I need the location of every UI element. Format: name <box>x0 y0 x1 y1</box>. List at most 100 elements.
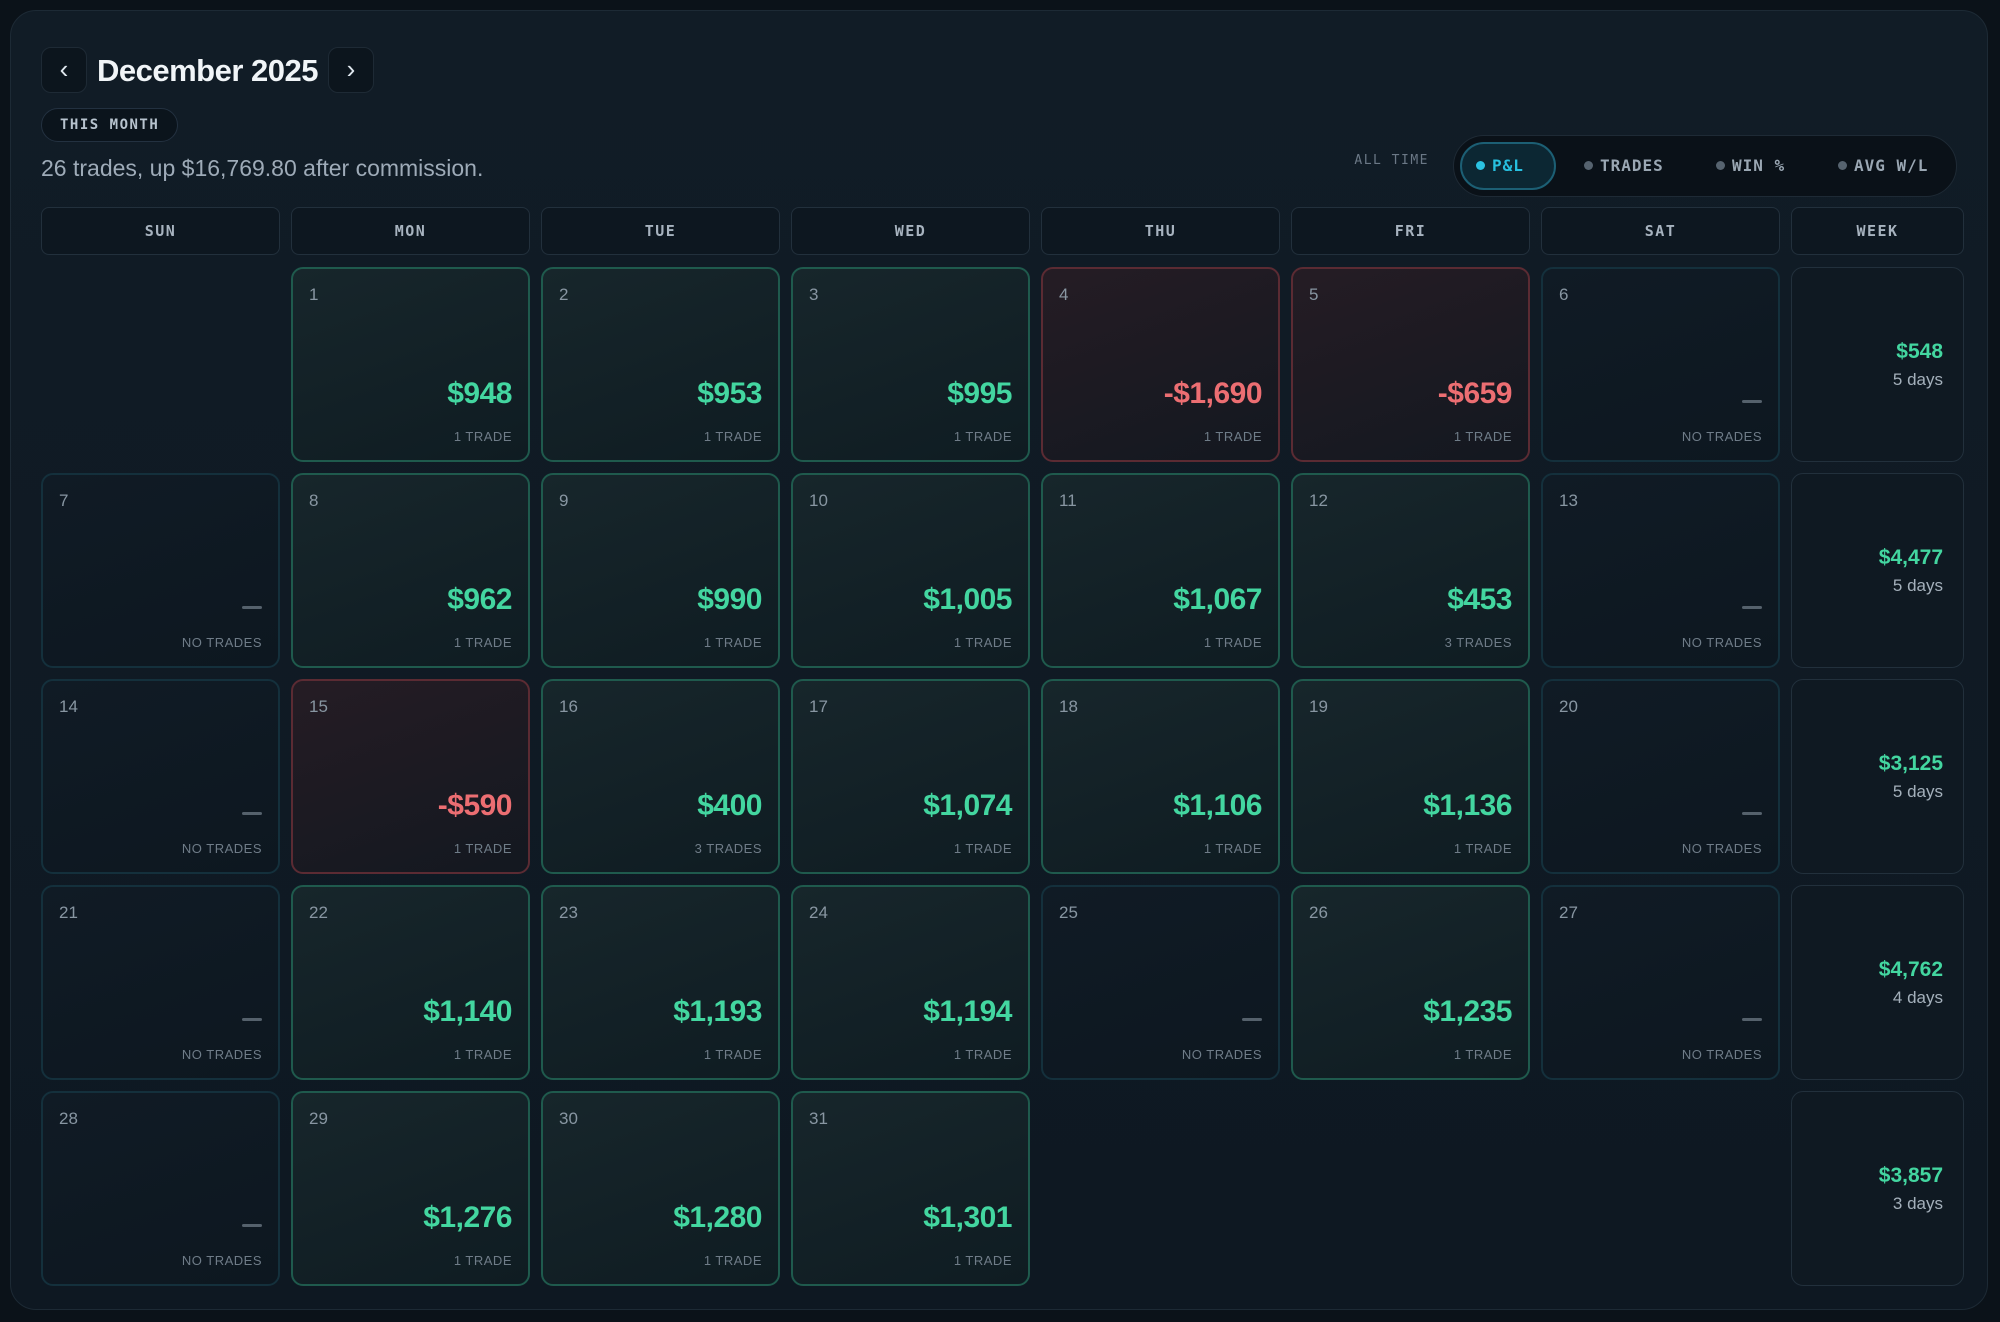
metric-avg-wl-tab[interactable]: AVG W/L <box>1824 142 1946 190</box>
trade-count: NO TRADES <box>181 635 262 650</box>
day-number: 10 <box>809 491 828 510</box>
metric-switch: P&L TRADES WIN % AVG W/L <box>1453 135 1957 197</box>
empty-dash-icon <box>1242 1018 1262 1021</box>
day-pnl: $962 <box>447 583 512 616</box>
week-summary: $3,125 5 days <box>1791 679 1964 874</box>
weekday-header: MON <box>291 207 530 255</box>
weekday-header: WED <box>791 207 1030 255</box>
trade-count: 1 TRADE <box>953 429 1012 444</box>
metric-win-rate-tab[interactable]: WIN % <box>1702 142 1804 190</box>
day-cell[interactable]: 15 -$590 1 TRADE <box>291 679 530 874</box>
empty-dash-icon <box>242 606 262 609</box>
trade-count: 1 TRADE <box>1203 429 1262 444</box>
day-cell[interactable]: 21 NO TRADES <box>41 885 280 1080</box>
trade-count: 1 TRADE <box>703 635 762 650</box>
trade-count: 3 TRADES <box>694 841 762 856</box>
week-pnl: $548 <box>1896 340 1943 363</box>
day-number: 27 <box>1559 903 1578 922</box>
day-cell[interactable]: 25 NO TRADES <box>1041 885 1280 1080</box>
day-number: 7 <box>59 491 69 510</box>
week-summary: $3,857 3 days <box>1791 1091 1964 1286</box>
chevron-right-icon[interactable]: › <box>328 47 374 93</box>
metric-label: TRADES <box>1600 156 1664 175</box>
month-summary: 26 trades, up $16,769.80 after commissio… <box>41 155 484 181</box>
metric-trades-tab[interactable]: TRADES <box>1570 142 1680 190</box>
period-badge[interactable]: THIS MONTH <box>41 108 179 142</box>
day-pnl: $1,276 <box>423 1201 512 1234</box>
day-cell[interactable]: 26 $1,235 1 TRADE <box>1291 885 1530 1080</box>
day-number: 18 <box>1059 697 1078 716</box>
day-number: 3 <box>809 285 819 304</box>
day-cell[interactable]: 6 NO TRADES <box>1541 267 1780 462</box>
day-pnl: $953 <box>697 377 762 410</box>
trade-count: 1 TRADE <box>453 1047 512 1062</box>
day-pnl: $1,074 <box>923 789 1012 822</box>
trade-count: 1 TRADE <box>1453 1047 1512 1062</box>
trade-count: 1 TRADE <box>1203 841 1262 856</box>
day-cell[interactable]: 16 $400 3 TRADES <box>541 679 780 874</box>
metric-label: P&L <box>1492 156 1524 175</box>
empty-dash-icon <box>1742 812 1762 815</box>
week-days-count: 3 days <box>1892 1194 1943 1213</box>
day-cell[interactable]: 22 $1,140 1 TRADE <box>291 885 530 1080</box>
day-pnl: $995 <box>947 377 1012 410</box>
day-cell[interactable]: 1 $948 1 TRADE <box>291 267 530 462</box>
week-summary: $548 5 days <box>1791 267 1964 462</box>
day-cell[interactable]: 14 NO TRADES <box>41 679 280 874</box>
day-cell[interactable]: 19 $1,136 1 TRADE <box>1291 679 1530 874</box>
week-days-count: 4 days <box>1892 988 1943 1007</box>
trade-count: 1 TRADE <box>703 1253 762 1268</box>
week-pnl: $4,762 <box>1878 958 1943 981</box>
metric-pnl-tab[interactable]: P&L <box>1460 142 1556 190</box>
day-cell[interactable]: 3 $995 1 TRADE <box>791 267 1030 462</box>
day-cell[interactable]: 20 NO TRADES <box>1541 679 1780 874</box>
day-pnl: $1,136 <box>1423 789 1512 822</box>
weekday-header: TUE <box>541 207 780 255</box>
day-pnl: $1,301 <box>923 1201 1012 1234</box>
week-days-count: 5 days <box>1892 782 1943 801</box>
day-cell[interactable]: 29 $1,276 1 TRADE <box>291 1091 530 1286</box>
day-cell[interactable]: 24 $1,194 1 TRADE <box>791 885 1030 1080</box>
day-cell[interactable]: 18 $1,106 1 TRADE <box>1041 679 1280 874</box>
day-cell[interactable]: 13 NO TRADES <box>1541 473 1780 668</box>
day-number: 25 <box>1059 903 1078 922</box>
day-number: 14 <box>59 697 78 716</box>
day-cell[interactable]: 9 $990 1 TRADE <box>541 473 780 668</box>
day-cell[interactable]: 5 -$659 1 TRADE <box>1291 267 1530 462</box>
day-number: 20 <box>1559 697 1578 716</box>
day-cell[interactable]: 23 $1,193 1 TRADE <box>541 885 780 1080</box>
trade-count: 1 TRADE <box>453 841 512 856</box>
day-number: 17 <box>809 697 828 716</box>
trade-count: NO TRADES <box>181 841 262 856</box>
day-cell[interactable]: 10 $1,005 1 TRADE <box>791 473 1030 668</box>
day-cell[interactable]: 7 NO TRADES <box>41 473 280 668</box>
weekday-header: THU <box>1041 207 1280 255</box>
day-cell[interactable]: 31 $1,301 1 TRADE <box>791 1091 1030 1286</box>
day-pnl: $1,005 <box>923 583 1012 616</box>
day-cell[interactable]: 12 $453 3 TRADES <box>1291 473 1530 668</box>
day-cell[interactable]: 27 NO TRADES <box>1541 885 1780 1080</box>
day-cell[interactable]: 28 NO TRADES <box>41 1091 280 1286</box>
day-number: 5 <box>1309 285 1319 304</box>
day-pnl: $1,067 <box>1173 583 1262 616</box>
chevron-left-icon[interactable]: ‹ <box>41 47 87 93</box>
day-number: 30 <box>559 1109 578 1128</box>
trade-count: NO TRADES <box>181 1253 262 1268</box>
day-cell[interactable]: 11 $1,067 1 TRADE <box>1041 473 1280 668</box>
day-number: 1 <box>309 285 319 304</box>
day-cell[interactable]: 2 $953 1 TRADE <box>541 267 780 462</box>
day-number: 6 <box>1559 285 1569 304</box>
day-pnl: $1,280 <box>673 1201 762 1234</box>
dot-icon <box>1584 161 1593 170</box>
empty-dash-icon <box>242 1224 262 1227</box>
day-number: 28 <box>59 1109 78 1128</box>
week-summary: $4,762 4 days <box>1791 885 1964 1080</box>
empty-dash-icon <box>1742 400 1762 403</box>
day-pnl: $1,193 <box>673 995 762 1028</box>
day-cell[interactable]: 4 -$1,690 1 TRADE <box>1041 267 1280 462</box>
week-pnl: $3,857 <box>1878 1164 1943 1187</box>
dot-icon <box>1476 161 1485 170</box>
day-cell[interactable]: 8 $962 1 TRADE <box>291 473 530 668</box>
day-cell[interactable]: 30 $1,280 1 TRADE <box>541 1091 780 1286</box>
day-cell[interactable]: 17 $1,074 1 TRADE <box>791 679 1030 874</box>
